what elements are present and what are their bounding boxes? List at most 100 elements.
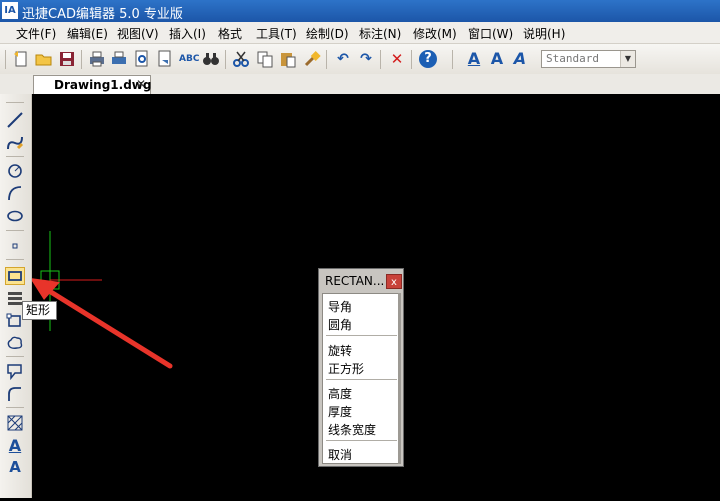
printer-icon — [90, 51, 104, 67]
menu-format[interactable]: 格式 — [218, 25, 242, 42]
new-file-button[interactable] — [12, 50, 30, 68]
find-button[interactable] — [202, 50, 220, 68]
print-preview-button[interactable] — [133, 50, 151, 68]
text-style-combo[interactable]: Standard ▼ — [541, 50, 636, 68]
match-properties-button[interactable] — [303, 50, 321, 68]
cloud-tool[interactable] — [5, 334, 25, 352]
toolbar-separator — [6, 156, 24, 157]
menu-file[interactable]: 文件(F) — [16, 25, 56, 42]
document-export-icon — [158, 50, 171, 67]
print-preview-icon — [135, 50, 148, 67]
text-style-button[interactable]: A — [465, 50, 483, 68]
boundary-hatch-tool[interactable] — [5, 414, 25, 432]
save-button[interactable] — [58, 50, 76, 68]
open-folder-icon — [35, 54, 52, 66]
block-icon — [7, 364, 22, 381]
menu-item-fillet[interactable]: 圆角 — [328, 316, 352, 333]
toolbar-separator — [6, 356, 24, 357]
toolbar-grip — [5, 50, 6, 69]
toolbar-separator — [380, 50, 381, 69]
copy-button[interactable] — [256, 50, 274, 68]
single-text-tool[interactable]: A — [5, 458, 25, 476]
point-icon — [12, 243, 18, 249]
menu-item-chamfer[interactable]: 导角 — [328, 298, 352, 315]
menu-window[interactable]: 窗口(W) — [468, 25, 513, 42]
line-tool[interactable] — [5, 111, 25, 129]
menu-edit[interactable]: 编辑(E) — [67, 25, 108, 42]
menu-dimension[interactable]: 标注(N) — [359, 25, 401, 42]
toolbar-separator — [225, 50, 226, 69]
help-button[interactable]: ? — [419, 50, 437, 68]
toolbar-separator — [326, 50, 327, 69]
menu-item-line-width[interactable]: 线条宽度 — [328, 421, 376, 438]
circle-tool[interactable] — [5, 162, 25, 180]
delete-button[interactable]: ✕ — [388, 50, 406, 68]
menu-tools[interactable]: 工具(T) — [256, 25, 297, 42]
point-tool[interactable] — [5, 237, 25, 255]
text-style-value: Standard — [546, 52, 599, 65]
menu-item-cancel[interactable]: 取消 — [328, 446, 352, 463]
toolbar-grip — [6, 102, 24, 103]
clipboard-icon — [281, 53, 296, 68]
menu-insert[interactable]: 插入(I) — [169, 25, 206, 42]
context-menu-scrollbar[interactable] — [398, 293, 401, 464]
text-height-button[interactable]: A — [488, 50, 506, 68]
block-tool[interactable] — [5, 362, 25, 381]
menu-modify[interactable]: 修改(M) — [413, 25, 457, 42]
arc-icon — [8, 186, 22, 201]
polyline-tool[interactable] — [5, 134, 25, 152]
save-icon — [60, 52, 74, 66]
toolbar-separator — [452, 50, 453, 69]
rectangle-tool[interactable] — [5, 267, 25, 285]
multiline-text-tool[interactable]: A — [5, 437, 25, 455]
context-menu-header[interactable]: RECTAN... x — [321, 271, 402, 291]
toolbar-separator — [6, 259, 24, 260]
binoculars-icon — [203, 53, 219, 65]
print-setup-button[interactable] — [110, 50, 128, 68]
title-bar: IA 迅捷CAD编辑器 5.0 专业版 — [0, 0, 720, 22]
circle-icon — [8, 164, 22, 178]
spell-check-button[interactable]: ABC — [179, 50, 199, 68]
main-toolbar: ABC ↶ ↷ ✕ ? A A A Standard ▼ — [0, 44, 720, 75]
toolbar-separator — [6, 230, 24, 231]
close-icon[interactable]: ✕ — [136, 77, 146, 91]
app-icon: IA — [2, 2, 18, 19]
cut-button[interactable] — [232, 50, 250, 68]
polyline-icon — [7, 136, 24, 150]
menu-separator — [326, 440, 397, 441]
chevron-down-icon[interactable]: ▼ — [620, 51, 635, 67]
redo-button[interactable]: ↷ — [357, 50, 375, 68]
menu-draw[interactable]: 绘制(D) — [306, 25, 349, 42]
publish-button[interactable] — [156, 50, 174, 68]
menu-bar: 文件(F) 编辑(E) 视图(V) 插入(I) 格式 工具(T) 绘制(D) 标… — [0, 22, 720, 44]
menu-help[interactable]: 说明(H) — [523, 25, 565, 42]
ellipse-icon — [7, 210, 23, 222]
menu-view[interactable]: 视图(V) — [117, 25, 159, 42]
undo-button[interactable]: ↶ — [334, 50, 352, 68]
close-icon[interactable]: x — [386, 274, 402, 289]
print-button[interactable] — [88, 50, 106, 68]
fillet-tool[interactable] — [5, 385, 25, 403]
context-menu-title: RECTAN... — [325, 274, 385, 288]
draw-toolbar: A A — [0, 94, 32, 498]
tab-drawing1[interactable]: Drawing1.dwg ✕ — [33, 75, 151, 94]
toolbar-separator — [6, 407, 24, 408]
line-icon — [7, 112, 23, 128]
arc-tool[interactable] — [5, 184, 25, 202]
rectangle-icon — [8, 271, 22, 281]
ellipse-tool[interactable] — [5, 207, 25, 225]
new-file-icon — [14, 51, 27, 67]
rectangle-tooltip: 矩形 — [22, 301, 57, 320]
paste-button[interactable] — [279, 50, 297, 68]
annotation-arrow — [35, 281, 173, 369]
scissors-icon — [233, 51, 249, 67]
text-edit-button[interactable]: A — [511, 50, 529, 68]
toolbar-separator — [411, 50, 412, 69]
menu-item-rotate[interactable]: 旋转 — [328, 342, 352, 359]
menu-item-elevation[interactable]: 高度 — [328, 385, 352, 402]
menu-item-thickness[interactable]: 厚度 — [328, 403, 352, 420]
window-title: 迅捷CAD编辑器 5.0 专业版 — [22, 7, 183, 22]
context-menu-list: 导角 圆角 旋转 正方形 高度 厚度 线条宽度 取消 — [322, 293, 400, 464]
menu-item-square[interactable]: 正方形 — [328, 360, 364, 377]
open-file-button[interactable] — [35, 50, 53, 68]
